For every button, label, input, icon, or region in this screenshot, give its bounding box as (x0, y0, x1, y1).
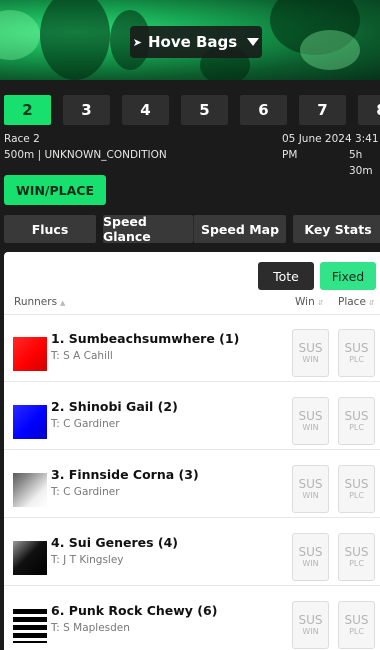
race-tab-8[interactable]: 8 (358, 95, 380, 125)
runner-trainer: T: S Maplesden (51, 622, 130, 634)
runner-trainer: T: S A Cahill (51, 350, 113, 362)
place-odds-value: SUS (344, 544, 369, 559)
runner-trainer: T: C Gardiner (51, 418, 120, 430)
place-odds-label: PLC (349, 558, 364, 568)
win-header-label: Win (295, 296, 315, 308)
tab-flucs[interactable]: Flucs (4, 215, 96, 243)
place-odds-value: SUS (344, 476, 369, 491)
race-tab-3[interactable]: 3 (63, 95, 110, 125)
runner-trainer: T: J T Kingsley (51, 554, 124, 566)
tool-tabs: Flucs Speed Glance Speed Map Key Stats (4, 214, 380, 244)
place-header-label: Place (338, 296, 366, 308)
place-odds-button[interactable]: SUS PLC (338, 533, 375, 581)
win-odds-label: WIN (302, 558, 319, 568)
race-number-tabs: 2 3 4 5 6 7 8 (4, 95, 380, 125)
win-odds-label: WIN (302, 354, 319, 364)
runner-row[interactable]: 1. Sumbeachsumwhere (1) T: S A Cahill SU… (4, 315, 380, 382)
greyhound-icon: ➤ (132, 35, 142, 49)
race-distance-condition: 500m | UNKNOWN_CONDITION (4, 149, 167, 161)
win-odds-button[interactable]: SUS WIN (292, 533, 329, 581)
win-odds-label: WIN (302, 626, 319, 636)
place-odds-value: SUS (344, 408, 369, 423)
fixed-button[interactable]: Fixed (320, 262, 376, 290)
venue-name: Hove Bags (147, 33, 238, 51)
sort-icon: ⇵ (368, 299, 375, 307)
place-sort-header[interactable]: Place ⇵ (338, 296, 375, 308)
place-odds-label: PLC (349, 422, 364, 432)
race-page: ➤ Hove Bags 2 3 4 5 6 7 8 Race 2 05 June… (0, 0, 380, 650)
race-countdown: 5h 30m (349, 149, 373, 177)
silk-icon (13, 609, 47, 643)
runner-name: 6. Punk Rock Chewy (6) (51, 603, 218, 618)
race-tab-7[interactable]: 7 (299, 95, 346, 125)
win-odds-label: WIN (302, 422, 319, 432)
race-tab-6[interactable]: 6 (240, 95, 287, 125)
odds-type-toggle: Tote Fixed (258, 262, 376, 290)
win-odds-value: SUS (298, 544, 323, 559)
silk-icon (13, 405, 47, 439)
silk-icon (13, 541, 47, 575)
win-odds-value: SUS (298, 476, 323, 491)
win-sort-header[interactable]: Win ⇵ (295, 296, 324, 308)
runner-name: 1. Sumbeachsumwhere (1) (51, 331, 240, 346)
venue-selector[interactable]: ➤ Hove Bags (130, 26, 262, 58)
runner-name: 2. Shinobi Gail (2) (51, 399, 178, 414)
race-tab-4[interactable]: 4 (122, 95, 169, 125)
runner-name: 3. Finnside Corna (3) (51, 467, 199, 482)
win-odds-button[interactable]: SUS WIN (292, 601, 329, 649)
place-odds-label: PLC (349, 626, 364, 636)
race-tab-5[interactable]: 5 (181, 95, 228, 125)
place-odds-button[interactable]: SUS PLC (338, 601, 375, 649)
silk-icon (13, 337, 47, 371)
runner-trainer: T: C Gardiner (51, 486, 120, 498)
tab-speed-map[interactable]: Speed Map (193, 215, 286, 243)
runners-card: Tote Fixed Runners ▲ Win ⇵ Place ⇵ 1. Sumbe… (4, 252, 380, 650)
race-info: Race 2 05 June 2024 3:41 PM 500m | UNKNO… (4, 131, 380, 177)
win-odds-value: SUS (298, 340, 323, 355)
tab-key-stats[interactable]: Key Stats (293, 215, 380, 243)
win-odds-button[interactable]: SUS WIN (292, 465, 329, 513)
venue-banner: ➤ Hove Bags (0, 0, 380, 80)
race-name: Race 2 (4, 133, 40, 145)
runner-row[interactable]: 4. Sui Generes (4) T: J T Kingsley SUS WI… (4, 519, 380, 586)
race-tab-2[interactable]: 2 (4, 95, 51, 125)
place-odds-value: SUS (344, 340, 369, 355)
place-odds-button[interactable]: SUS PLC (338, 397, 375, 445)
win-odds-value: SUS (298, 408, 323, 423)
place-odds-value: SUS (344, 612, 369, 627)
place-odds-button[interactable]: SUS PLC (338, 465, 375, 513)
runner-row[interactable]: 6. Punk Rock Chewy (6) T: S Maplesden SU… (4, 587, 380, 650)
win-odds-value: SUS (298, 612, 323, 627)
sort-icon: ⇵ (317, 299, 324, 307)
chevron-down-icon (247, 38, 260, 46)
place-odds-label: PLC (349, 490, 364, 500)
runners-header-label: Runners (14, 296, 58, 308)
win-odds-label: WIN (302, 490, 319, 500)
runners-column-header: Runners ▲ Win ⇵ Place ⇵ (14, 296, 380, 312)
runner-row[interactable]: 2. Shinobi Gail (2) T: C Gardiner SUS WIN… (4, 383, 380, 450)
bet-type-win-place-button[interactable]: WIN/PLACE (4, 175, 106, 205)
win-odds-button[interactable]: SUS WIN (292, 397, 329, 445)
win-odds-button[interactable]: SUS WIN (292, 329, 329, 377)
runners-sort-header[interactable]: Runners ▲ (14, 296, 65, 308)
runner-row[interactable]: 3. Finnside Corna (3) T: C Gardiner SUS W… (4, 451, 380, 518)
tote-button[interactable]: Tote (258, 262, 314, 290)
runner-name: 4. Sui Generes (4) (51, 535, 179, 550)
sort-icon: ▲ (60, 299, 66, 307)
silk-icon (13, 473, 47, 507)
tab-speed-glance[interactable]: Speed Glance (103, 214, 193, 244)
place-odds-button[interactable]: SUS PLC (338, 329, 375, 377)
place-odds-label: PLC (349, 354, 364, 364)
